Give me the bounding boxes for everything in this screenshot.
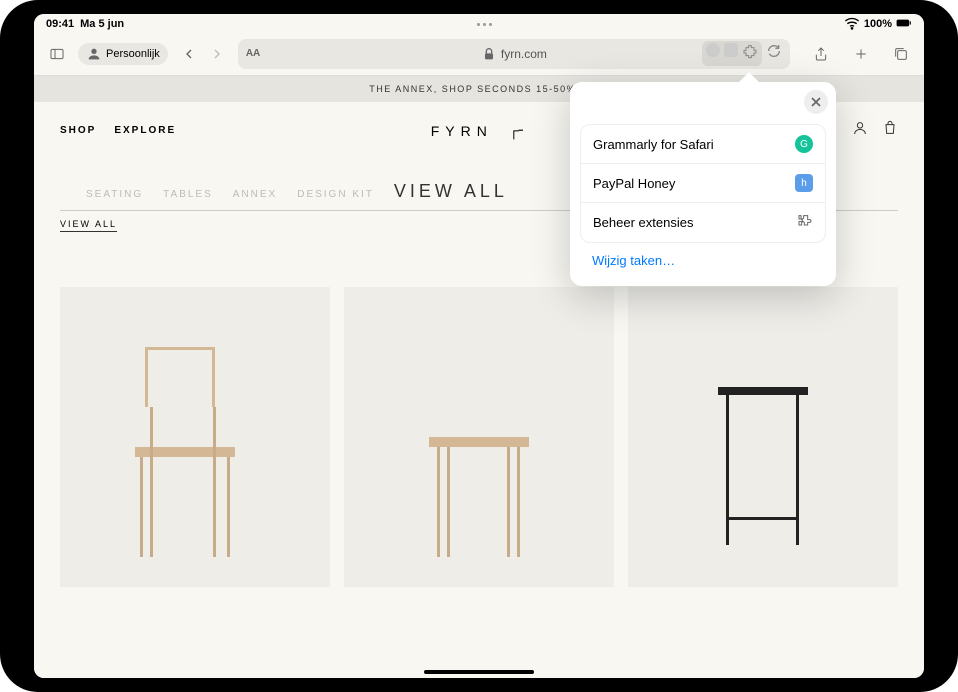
sidebar-toggle-icon[interactable] [44, 41, 70, 67]
product-card[interactable] [60, 287, 330, 587]
back-button[interactable] [176, 41, 202, 67]
product-card[interactable] [344, 287, 614, 587]
ext-icon-honey[interactable] [724, 43, 738, 57]
brand-mark-icon: ┌╴ [509, 122, 527, 139]
profile-chip[interactable]: Persoonlijk [78, 43, 168, 65]
cat-seating[interactable]: SEATING [86, 189, 143, 200]
brand-logo[interactable]: FYRN [431, 123, 493, 139]
ext-icon-grammarly[interactable] [706, 43, 720, 57]
product-image-stool [429, 437, 529, 567]
extension-label: Grammarly for Safari [593, 137, 714, 152]
close-icon[interactable] [804, 90, 828, 114]
nav-explore[interactable]: EXPLORE [114, 125, 176, 136]
status-date: Ma 5 jun [80, 18, 124, 30]
extensions-icon[interactable] [742, 43, 758, 64]
extension-item-honey[interactable]: PayPal Honey h [581, 164, 825, 203]
profile-label: Persoonlijk [106, 48, 160, 60]
product-image-barstool [718, 387, 808, 567]
address-bar[interactable]: AA fyrn.com [238, 39, 790, 69]
forward-button [204, 41, 230, 67]
cat-view-all[interactable]: VIEW ALL [394, 181, 508, 202]
edit-tasks-link[interactable]: Wijzig taken… [570, 243, 836, 278]
product-grid [34, 237, 924, 587]
multitask-dots[interactable] [477, 23, 492, 26]
manage-extensions-label: Beheer extensies [593, 215, 693, 230]
account-icon[interactable] [852, 120, 868, 141]
nav-shop[interactable]: SHOP [60, 125, 96, 136]
reload-icon[interactable] [766, 43, 782, 64]
extensions-popover: Grammarly for Safari G PayPal Honey h Be… [570, 82, 836, 286]
cat-tables[interactable]: TABLES [163, 189, 213, 200]
sub-view-all[interactable]: VIEW ALL [60, 219, 117, 232]
url-text: fyrn.com [501, 47, 547, 61]
product-card[interactable] [628, 287, 898, 587]
battery-icon [896, 15, 912, 34]
home-indicator[interactable] [424, 670, 534, 674]
cat-annex[interactable]: ANNEX [233, 189, 277, 200]
tabs-icon[interactable] [888, 41, 914, 67]
share-icon[interactable] [808, 41, 834, 67]
status-time: 09:41 [46, 18, 74, 30]
extension-label: PayPal Honey [593, 176, 675, 191]
new-tab-icon[interactable] [848, 41, 874, 67]
manage-extensions[interactable]: Beheer extensies [581, 203, 825, 242]
extension-item-grammarly[interactable]: Grammarly for Safari G [581, 125, 825, 164]
grammarly-badge-icon: G [795, 135, 813, 153]
wifi-icon [844, 15, 860, 34]
extensions-list: Grammarly for Safari G PayPal Honey h Be… [580, 124, 826, 243]
status-bar: 09:41 Ma 5 jun 100% [34, 14, 924, 32]
honey-badge-icon: h [795, 174, 813, 192]
cat-design-kit[interactable]: DESIGN KIT [297, 189, 374, 200]
browser-toolbar: Persoonlijk AA fyrn.com [34, 32, 924, 76]
text-size-icon[interactable]: AA [246, 48, 260, 59]
puzzle-icon [797, 213, 813, 232]
battery-percent: 100% [864, 18, 892, 30]
cart-icon[interactable] [882, 120, 898, 141]
product-image-chair [135, 347, 255, 567]
